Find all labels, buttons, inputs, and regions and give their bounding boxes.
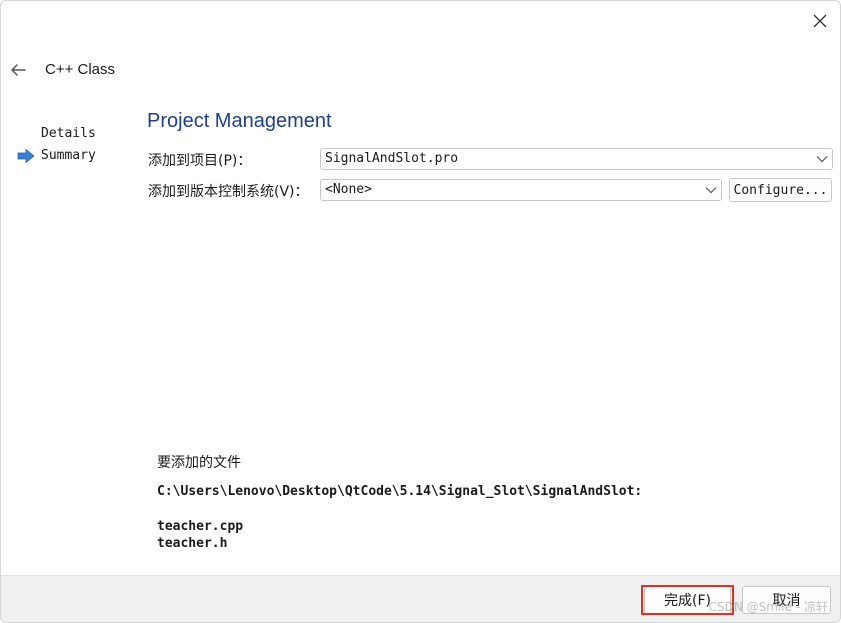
step-summary: Summary xyxy=(17,145,137,167)
step-details: Details xyxy=(17,123,137,145)
wizard-steps: Details Summary xyxy=(17,123,137,167)
chevron-down-icon xyxy=(705,187,717,194)
close-icon xyxy=(813,14,827,28)
chevron-down-icon xyxy=(816,156,828,163)
step-label: Summary xyxy=(41,148,96,163)
page-heading: Project Management xyxy=(147,110,332,132)
step-label: Details xyxy=(41,126,96,141)
files-path: C:\Users\Lenovo\Desktop\QtCode\5.14\Sign… xyxy=(157,484,643,499)
add-to-project-select[interactable]: SignalAndSlot.pro xyxy=(320,148,833,170)
vcs-label: 添加到版本控制系统(V)： xyxy=(148,184,309,200)
configure-button[interactable]: Configure... xyxy=(729,178,832,202)
wizard-title: C++ Class xyxy=(45,61,116,78)
arrow-left-icon xyxy=(11,64,26,76)
add-to-project-label: 添加到项目(P)： xyxy=(148,153,252,169)
files-heading: 要添加的文件 xyxy=(157,455,241,471)
file-item: teacher.h xyxy=(157,536,228,551)
close-button[interactable] xyxy=(804,5,836,37)
footer: 完成(F) 取消 CSDN @Smile - 凉轩 xyxy=(1,575,840,622)
cancel-button[interactable]: 取消 xyxy=(742,586,831,614)
current-step-arrow-icon xyxy=(17,149,35,163)
files-list: teacher.cpp teacher.h xyxy=(157,518,243,552)
vcs-select[interactable]: <None> xyxy=(320,179,722,201)
vcs-value: <None> xyxy=(325,182,372,197)
back-button[interactable] xyxy=(7,59,29,81)
finish-button[interactable]: 完成(F) xyxy=(644,586,731,614)
file-item: teacher.cpp xyxy=(157,519,244,534)
wizard-window: C++ Class Details Summary Project Manage… xyxy=(0,0,841,623)
add-to-project-value: SignalAndSlot.pro xyxy=(325,151,459,166)
